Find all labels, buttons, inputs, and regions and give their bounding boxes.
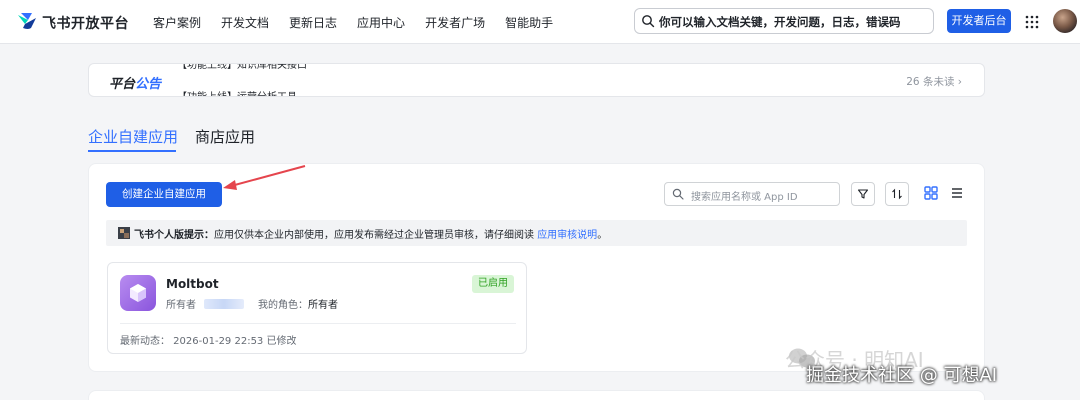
app-icon [120,275,156,311]
search-icon [672,188,684,200]
nav-customer-cases[interactable]: 客户案例 [153,14,201,31]
active-tab-indicator [88,150,176,152]
search-icon [642,15,655,28]
user-avatar[interactable] [1053,9,1077,33]
app-card[interactable]: Moltbot 已启用 所有者 我的角色：所有者 最新动态： 2026-01-2… [107,262,527,354]
review-guide-link[interactable]: 应用审核说明 [537,230,597,241]
top-navbar: 飞书开放平台 客户案例 开发文档 更新日志 应用中心 开发者广场 智能助手 你可… [0,0,1080,44]
nav-dev-docs[interactable]: 开发文档 [221,14,269,31]
tab-store-apps[interactable]: 商店应用 [195,126,255,147]
global-search-input[interactable]: 你可以输入文档关键，开发问题，日志，错误码 [634,8,934,34]
my-role: 我的角色：所有者 [258,300,338,311]
app-name[interactable]: Moltbot [166,277,219,291]
sort-button[interactable] [885,182,909,206]
annotation-arrow-icon [223,165,306,190]
app-owner: 所有者 [166,296,252,311]
status-badge: 已启用 [472,275,514,293]
grid-view-icon[interactable] [923,185,939,201]
nav-dev-plaza[interactable]: 开发者广场 [425,14,485,31]
warning-image-icon [118,227,130,239]
sort-icon [892,188,902,200]
filter-button[interactable] [851,182,875,206]
announcement-item[interactable]: 【功能上线】运营分析工具 [177,88,297,96]
app-search-placeholder: 搜索应用名称或 App ID [691,192,798,203]
app-list-panel: 创建企业自建应用 搜索应用名称或 App ID 飞书个人版提示：应用仅供本企业内… [88,163,985,372]
redacted-owner-name [204,299,244,309]
main-nav: 客户案例 开发文档 更新日志 应用中心 开发者广场 智能助手 [153,14,573,31]
tab-enterprise-apps[interactable]: 企业自建应用 [88,126,178,147]
nav-app-center[interactable]: 应用中心 [357,14,405,31]
unread-count-link[interactable]: 26 条未读 › [906,74,962,89]
watermark-juejin: 掘金技术社区 @ 可想AI [806,365,998,386]
list-view-icon[interactable] [949,185,965,201]
app-search-input[interactable]: 搜索应用名称或 App ID [664,182,840,206]
brand-name[interactable]: 飞书开放平台 [42,13,129,33]
card-divider [120,323,516,324]
search-query-text: 你可以输入文档关键，开发问题，日志，错误码 [659,15,901,29]
personal-edition-tip: 飞书个人版提示：应用仅供本企业内部使用，应用发布需经过企业管理员审核，请仔细阅读… [106,220,967,246]
cube-icon [130,284,146,302]
create-enterprise-app-button[interactable]: 创建企业自建应用 [106,182,222,207]
announcement-title: 平台公告 [109,77,162,92]
announcement-item[interactable]: 【功能上线】知识库相关接口 [177,64,307,71]
next-panel [88,390,985,400]
nav-ai-assistant[interactable]: 智能助手 [505,14,553,31]
developer-console-button[interactable]: 开发者后台 [947,9,1011,33]
latest-activity: 最新动态： 2026-01-29 22:53 已修改 [120,336,297,347]
apps-grid-icon[interactable] [1025,15,1039,29]
feishu-logo-icon[interactable] [16,11,38,31]
filter-icon [857,189,869,199]
tip-text: 飞书个人版提示：应用仅供本企业内部使用，应用发布需经过企业管理员审核，请仔细阅读… [134,230,608,241]
nav-changelog[interactable]: 更新日志 [289,14,337,31]
platform-announcement-card[interactable]: 平台公告 【功能上线】知识库相关接口 【功能上线】运营分析工具 26 条未读 › [88,63,985,97]
